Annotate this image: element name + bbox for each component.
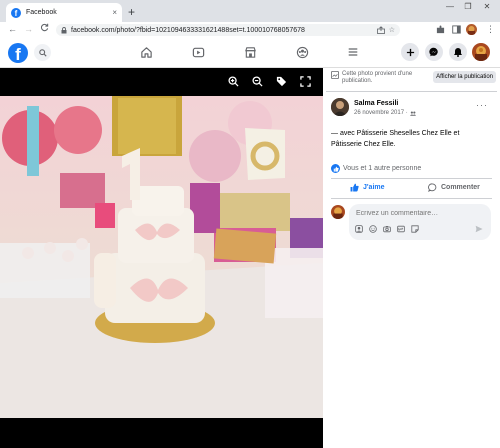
divider	[326, 91, 497, 92]
profile-avatar[interactable]	[466, 24, 477, 35]
home-nav[interactable]	[139, 45, 153, 59]
like-label: J'aime	[363, 184, 385, 191]
forward-button[interactable]: →	[24, 24, 33, 34]
bell-icon	[454, 48, 462, 57]
camera-icon[interactable]	[383, 225, 391, 233]
reactions-count: Vous et 1 autre personne	[343, 165, 422, 172]
more-options-button[interactable]: ···	[476, 100, 488, 110]
tag-icon[interactable]	[276, 76, 287, 87]
address-bar[interactable]: facebook.com/photo/?fbid=102109463333162…	[56, 24, 400, 36]
photo-viewer	[0, 68, 323, 448]
facebook-favicon-icon: f	[11, 7, 21, 18]
post-date[interactable]: 26 novembre 2017 ·	[354, 110, 408, 116]
tab-title: Facebook	[26, 9, 57, 16]
divider	[331, 198, 492, 199]
new-tab-button[interactable]: +	[128, 5, 135, 19]
post-meta: 26 novembre 2017 ·	[354, 110, 416, 116]
back-button[interactable]: ←	[8, 24, 17, 34]
bookmark-star-icon[interactable]: ☆	[389, 26, 395, 34]
reactions-row[interactable]: Vous et 1 autre personne	[331, 164, 421, 173]
plus-icon	[406, 48, 414, 56]
send-icon[interactable]	[475, 225, 483, 233]
window-restore-button[interactable]: ❐	[461, 0, 475, 12]
photo-toolbar	[228, 76, 311, 87]
publication-notice: Cette photo provient d'une publication. …	[331, 71, 496, 87]
menu-nav[interactable]	[346, 45, 360, 59]
messenger-button[interactable]	[425, 43, 443, 61]
marketplace-icon	[244, 46, 256, 58]
video-nav[interactable]	[191, 45, 205, 59]
avatar-sticker-icon[interactable]	[355, 225, 363, 233]
commenter-avatar	[331, 205, 345, 219]
cake-photo	[0, 96, 323, 418]
home-icon	[140, 46, 152, 58]
search-icon	[38, 48, 47, 57]
info-icon	[331, 71, 339, 79]
window-close-button[interactable]: ✕	[480, 0, 494, 12]
reload-button[interactable]	[40, 23, 49, 32]
author-name[interactable]: Salma Fessili	[354, 100, 398, 107]
hamburger-icon	[348, 48, 358, 56]
sticker-icon[interactable]	[411, 225, 419, 233]
post-text: — avec Pâtisserie Sheselles Chez Elle et…	[331, 130, 460, 148]
url-text: facebook.com/photo/?fbid=102109463333162…	[71, 26, 305, 34]
gif-icon[interactable]	[397, 225, 405, 233]
comment-icon	[428, 183, 437, 192]
thumbs-up-icon	[350, 183, 359, 192]
emoji-icon[interactable]	[369, 225, 377, 233]
divider	[331, 178, 492, 179]
side-panel-icon[interactable]	[452, 25, 461, 34]
lock-icon	[61, 26, 67, 34]
comment-label: Commenter	[441, 184, 480, 191]
extensions-icon[interactable]	[436, 25, 445, 34]
groups-icon	[296, 46, 308, 58]
friends-audience-icon	[409, 111, 416, 116]
notifications-button[interactable]	[449, 43, 467, 61]
groups-nav[interactable]	[295, 45, 309, 59]
marketplace-nav[interactable]	[243, 45, 257, 59]
browser-tab[interactable]: f Facebook ×	[6, 3, 122, 22]
zoom-out-icon[interactable]	[252, 76, 263, 87]
window-minimize-button[interactable]: —	[443, 0, 457, 12]
search-button[interactable]	[34, 44, 51, 61]
comment-button[interactable]: Commenter	[428, 183, 480, 192]
notice-text: Cette photo provient d'une publication.	[342, 71, 413, 84]
like-reaction-icon	[331, 164, 340, 173]
browser-menu-icon[interactable]: ⋮	[486, 24, 495, 35]
tab-close-icon[interactable]: ×	[112, 8, 117, 17]
post-panel	[323, 68, 500, 448]
author-avatar[interactable]	[331, 98, 349, 116]
reload-icon	[40, 23, 49, 32]
messenger-icon	[429, 47, 438, 57]
facebook-logo[interactable]: f	[8, 43, 28, 63]
share-icon[interactable]	[376, 26, 385, 34]
account-avatar[interactable]	[472, 43, 490, 61]
zoom-in-icon[interactable]	[228, 76, 239, 87]
view-publication-button[interactable]: Afficher la publication	[433, 71, 496, 83]
like-button[interactable]: J'aime	[350, 183, 385, 192]
video-icon	[192, 47, 204, 57]
comment-tools	[355, 225, 419, 233]
create-button[interactable]	[401, 43, 419, 61]
comment-input[interactable]	[356, 208, 484, 218]
fullscreen-icon[interactable]	[300, 76, 311, 87]
